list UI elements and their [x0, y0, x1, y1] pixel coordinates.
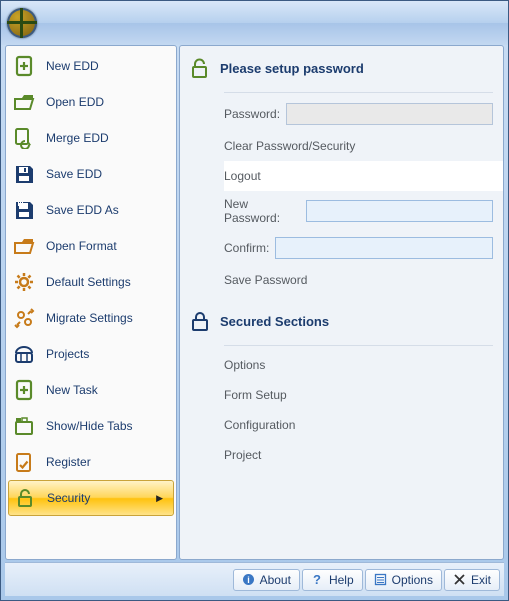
section-title: Secured Sections	[220, 314, 329, 329]
menu-label: Show/Hide Tabs	[46, 419, 133, 433]
menu-label: Default Settings	[46, 275, 131, 289]
password-row: Password:	[224, 97, 493, 131]
unlock-icon	[13, 486, 37, 510]
menu-new-task[interactable]: New Task	[8, 372, 174, 408]
menu-merge-edd[interactable]: Merge EDD	[8, 120, 174, 156]
lock-icon	[188, 309, 212, 333]
new-password-label: New Password:	[224, 197, 300, 225]
menu-security[interactable]: Security ▶	[8, 480, 174, 516]
menu-open-edd[interactable]: Open EDD	[8, 84, 174, 120]
action-label: Form Setup	[224, 388, 287, 402]
save-icon	[12, 162, 36, 186]
action-label: Clear Password/Security	[224, 139, 355, 153]
app-window: New EDD Open EDD Merge EDD Save EDD	[0, 0, 509, 601]
submenu-arrow-icon: ▶	[156, 493, 163, 504]
sidebar: New EDD Open EDD Merge EDD Save EDD	[5, 45, 177, 560]
action-label: Logout	[224, 169, 261, 183]
secured-options[interactable]: Options	[224, 350, 493, 380]
menu-label: Save EDD As	[46, 203, 119, 217]
confirm-password-input[interactable]	[275, 237, 493, 259]
exit-button[interactable]: Exit	[444, 569, 500, 591]
folder-format-icon	[12, 234, 36, 258]
menu-label: Open Format	[46, 239, 117, 253]
info-icon: i	[242, 573, 256, 587]
bottom-toolbar: i About ? Help Options Exit	[5, 562, 504, 596]
file-plus-icon	[12, 378, 36, 402]
password-input[interactable]	[286, 103, 493, 125]
password-label: Password:	[224, 107, 280, 121]
about-button[interactable]: i About	[233, 569, 300, 591]
menu-default-settings[interactable]: Default Settings	[8, 264, 174, 300]
button-label: Exit	[471, 573, 491, 587]
logout-button[interactable]: Logout	[224, 161, 503, 191]
gear-icon	[12, 270, 36, 294]
secured-form-setup[interactable]: Form Setup	[224, 380, 493, 410]
button-label: Help	[329, 573, 354, 587]
save-as-icon	[12, 198, 36, 222]
menu-label: Security	[47, 491, 90, 505]
action-label: Project	[224, 448, 261, 462]
menu-show-hide-tabs[interactable]: Show/Hide Tabs	[8, 408, 174, 444]
menu-save-edd-as[interactable]: Save EDD As	[8, 192, 174, 228]
options-icon	[374, 573, 388, 587]
menu-save-edd[interactable]: Save EDD	[8, 156, 174, 192]
save-password-button[interactable]: Save Password	[224, 265, 493, 295]
menu-label: Save EDD	[46, 167, 102, 181]
new-password-input[interactable]	[306, 200, 493, 222]
menu-label: Projects	[46, 347, 89, 361]
confirm-label: Confirm:	[224, 241, 269, 255]
clear-password-button[interactable]: Clear Password/Security	[224, 131, 493, 161]
help-icon: ?	[311, 573, 325, 587]
titlebar	[1, 1, 508, 45]
tabs-icon	[12, 414, 36, 438]
section-secured: Secured Sections	[188, 309, 493, 333]
divider	[224, 345, 493, 346]
menu-label: New Task	[46, 383, 98, 397]
close-icon	[453, 573, 467, 587]
section-setup-password: Please setup password	[188, 56, 493, 80]
section-title: Please setup password	[220, 61, 364, 76]
menu-label: Register	[46, 455, 91, 469]
menu-migrate-settings[interactable]: Migrate Settings	[8, 300, 174, 336]
button-label: Options	[392, 573, 433, 587]
register-icon	[12, 450, 36, 474]
menu-label: Migrate Settings	[46, 311, 133, 325]
folder-open-icon	[12, 90, 36, 114]
options-button[interactable]: Options	[365, 569, 442, 591]
secured-configuration[interactable]: Configuration	[224, 410, 493, 440]
projects-icon	[12, 342, 36, 366]
secured-project[interactable]: Project	[224, 440, 493, 470]
menu-new-edd[interactable]: New EDD	[8, 48, 174, 84]
file-merge-icon	[12, 126, 36, 150]
workarea: New EDD Open EDD Merge EDD Save EDD	[5, 45, 504, 560]
svg-text:i: i	[247, 575, 250, 585]
action-label: Options	[224, 358, 265, 372]
confirm-row: Confirm:	[224, 231, 493, 265]
file-plus-icon	[12, 54, 36, 78]
action-label: Save Password	[224, 273, 307, 287]
divider	[224, 92, 493, 93]
migrate-icon	[12, 306, 36, 330]
app-logo-icon	[7, 8, 37, 38]
menu-projects[interactable]: Projects	[8, 336, 174, 372]
svg-text:?: ?	[313, 573, 321, 586]
menu-label: New EDD	[46, 59, 99, 73]
new-password-row: New Password:	[224, 191, 493, 231]
menu-open-format[interactable]: Open Format	[8, 228, 174, 264]
button-label: About	[260, 573, 291, 587]
menu-label: Merge EDD	[46, 131, 109, 145]
security-panel: Please setup password Password: Clear Pa…	[179, 45, 504, 560]
menu-label: Open EDD	[46, 95, 104, 109]
menu-register[interactable]: Register	[8, 444, 174, 480]
unlock-icon	[188, 56, 212, 80]
action-label: Configuration	[224, 418, 295, 432]
help-button[interactable]: ? Help	[302, 569, 363, 591]
